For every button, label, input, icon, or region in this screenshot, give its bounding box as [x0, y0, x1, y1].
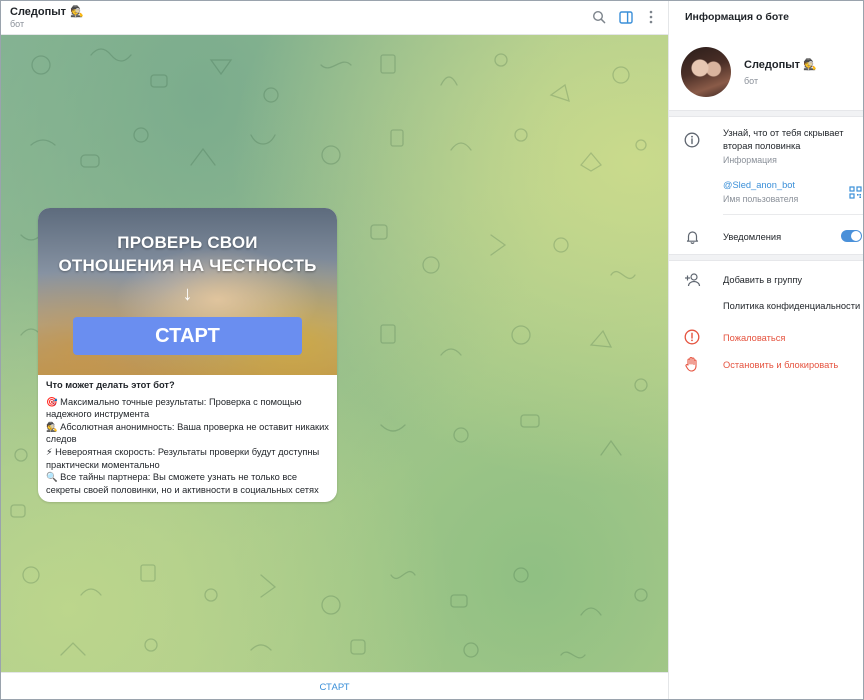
app-window: Следопыт 🕵 бот ПРОВЕРЬ СВОИ ОТНОШЕНИЯ НА…: [0, 0, 864, 700]
bot-info-text[interactable]: Узнай, что от тебя скрывает вторая полов…: [723, 127, 853, 152]
bell-icon: [683, 227, 701, 245]
bot-name-text: Следопыт: [744, 59, 801, 71]
bot-info-panel: Информация о боте Следопыт 🕵 бот Узнай, …: [668, 1, 863, 699]
chat-status: бот: [10, 19, 25, 29]
chat-title[interactable]: Следопыт: [10, 6, 66, 18]
qr-code-icon[interactable]: [846, 183, 863, 201]
chat-area: Следопыт 🕵 бот ПРОВЕРЬ СВОИ ОТНОШЕНИЯ НА…: [1, 1, 668, 699]
panel-title: Информация о боте: [685, 11, 790, 23]
lightning-emoji: ⚡: [46, 446, 53, 457]
detective-emoji: 🕵: [46, 421, 58, 432]
start-button[interactable]: СТАРТ: [319, 682, 349, 693]
chat-title-row[interactable]: Следопыт 🕵: [10, 5, 84, 19]
report-icon: [683, 328, 701, 346]
search-icon[interactable]: [590, 8, 608, 26]
notifications-label: Уведомления: [723, 232, 782, 242]
chat-background: ПРОВЕРЬ СВОИ ОТНОШЕНИЯ НА ЧЕСТНОСТЬ ↓ СТ…: [1, 35, 668, 672]
bot-username[interactable]: @Sled_anon_bot: [723, 179, 795, 192]
feature-item: 🎯 Максимально точные результаты: Проверк…: [46, 396, 331, 421]
avatar[interactable]: [681, 47, 731, 97]
detective-emoji: 🕵: [70, 6, 84, 18]
bot-description-text: Что может делать этот бот? 🎯 Максимально…: [46, 379, 331, 496]
add-to-group-button[interactable]: Добавить в группу: [723, 274, 802, 287]
bot-info-label: Информация: [723, 155, 777, 165]
arrow-down-icon: ↓: [182, 283, 193, 305]
report-button[interactable]: Пожаловаться: [723, 332, 785, 345]
add-user-icon: [683, 270, 701, 288]
bot-name: Следопыт 🕵: [744, 58, 817, 71]
sidebar-toggle-icon[interactable]: [617, 8, 635, 26]
detective-emoji: 🕵: [803, 59, 817, 71]
feature-text: Максимально точные результаты: Проверка …: [46, 396, 302, 420]
promo-start-label: СТАРТ: [73, 317, 302, 355]
chat-header[interactable]: Следопыт 🕵 бот: [1, 1, 668, 35]
promo-line-2: ОТНОШЕНИЯ НА ЧЕСТНОСТЬ: [58, 256, 317, 275]
magnifier-emoji: 🔍: [46, 472, 58, 483]
feature-item: 🕵 Абсолютная анонимность: Ваша проверка …: [46, 421, 331, 446]
more-menu-icon[interactable]: [642, 8, 660, 26]
section-divider: [669, 254, 863, 261]
feature-text: Абсолютная анонимность: Ваша проверка не…: [46, 421, 329, 445]
promo-line-1: ПРОВЕРЬ СВОИ: [117, 233, 258, 252]
block-button[interactable]: Остановить и блокировать: [723, 359, 838, 372]
description-heading: Что может делать этот бот?: [46, 380, 175, 390]
promo-image[interactable]: ПРОВЕРЬ СВОИ ОТНОШЕНИЯ НА ЧЕСТНОСТЬ ↓ СТ…: [38, 208, 337, 375]
bot-description-message: ПРОВЕРЬ СВОИ ОТНОШЕНИЯ НА ЧЕСТНОСТЬ ↓ СТ…: [38, 208, 337, 502]
feature-text: Невероятная скорость: Результаты проверк…: [46, 446, 320, 470]
privacy-policy-button[interactable]: Политика конфиденциальности: [723, 300, 863, 313]
feature-text: Все тайны партнера: Вы сможете узнать не…: [46, 472, 319, 495]
feature-item: ⚡ Невероятная скорость: Результаты прове…: [46, 446, 331, 471]
row-divider: [723, 214, 863, 215]
start-bar[interactable]: СТАРТ: [1, 672, 668, 699]
info-icon: [683, 131, 701, 149]
target-emoji: 🎯: [46, 396, 58, 407]
section-divider: [669, 110, 863, 117]
feature-item: 🔍 Все тайны партнера: Вы сможете узнать …: [46, 471, 331, 496]
stop-hand-icon: [683, 355, 701, 373]
notifications-toggle[interactable]: [841, 230, 862, 242]
bot-type: бот: [744, 76, 759, 86]
username-label: Имя пользователя: [723, 194, 799, 204]
